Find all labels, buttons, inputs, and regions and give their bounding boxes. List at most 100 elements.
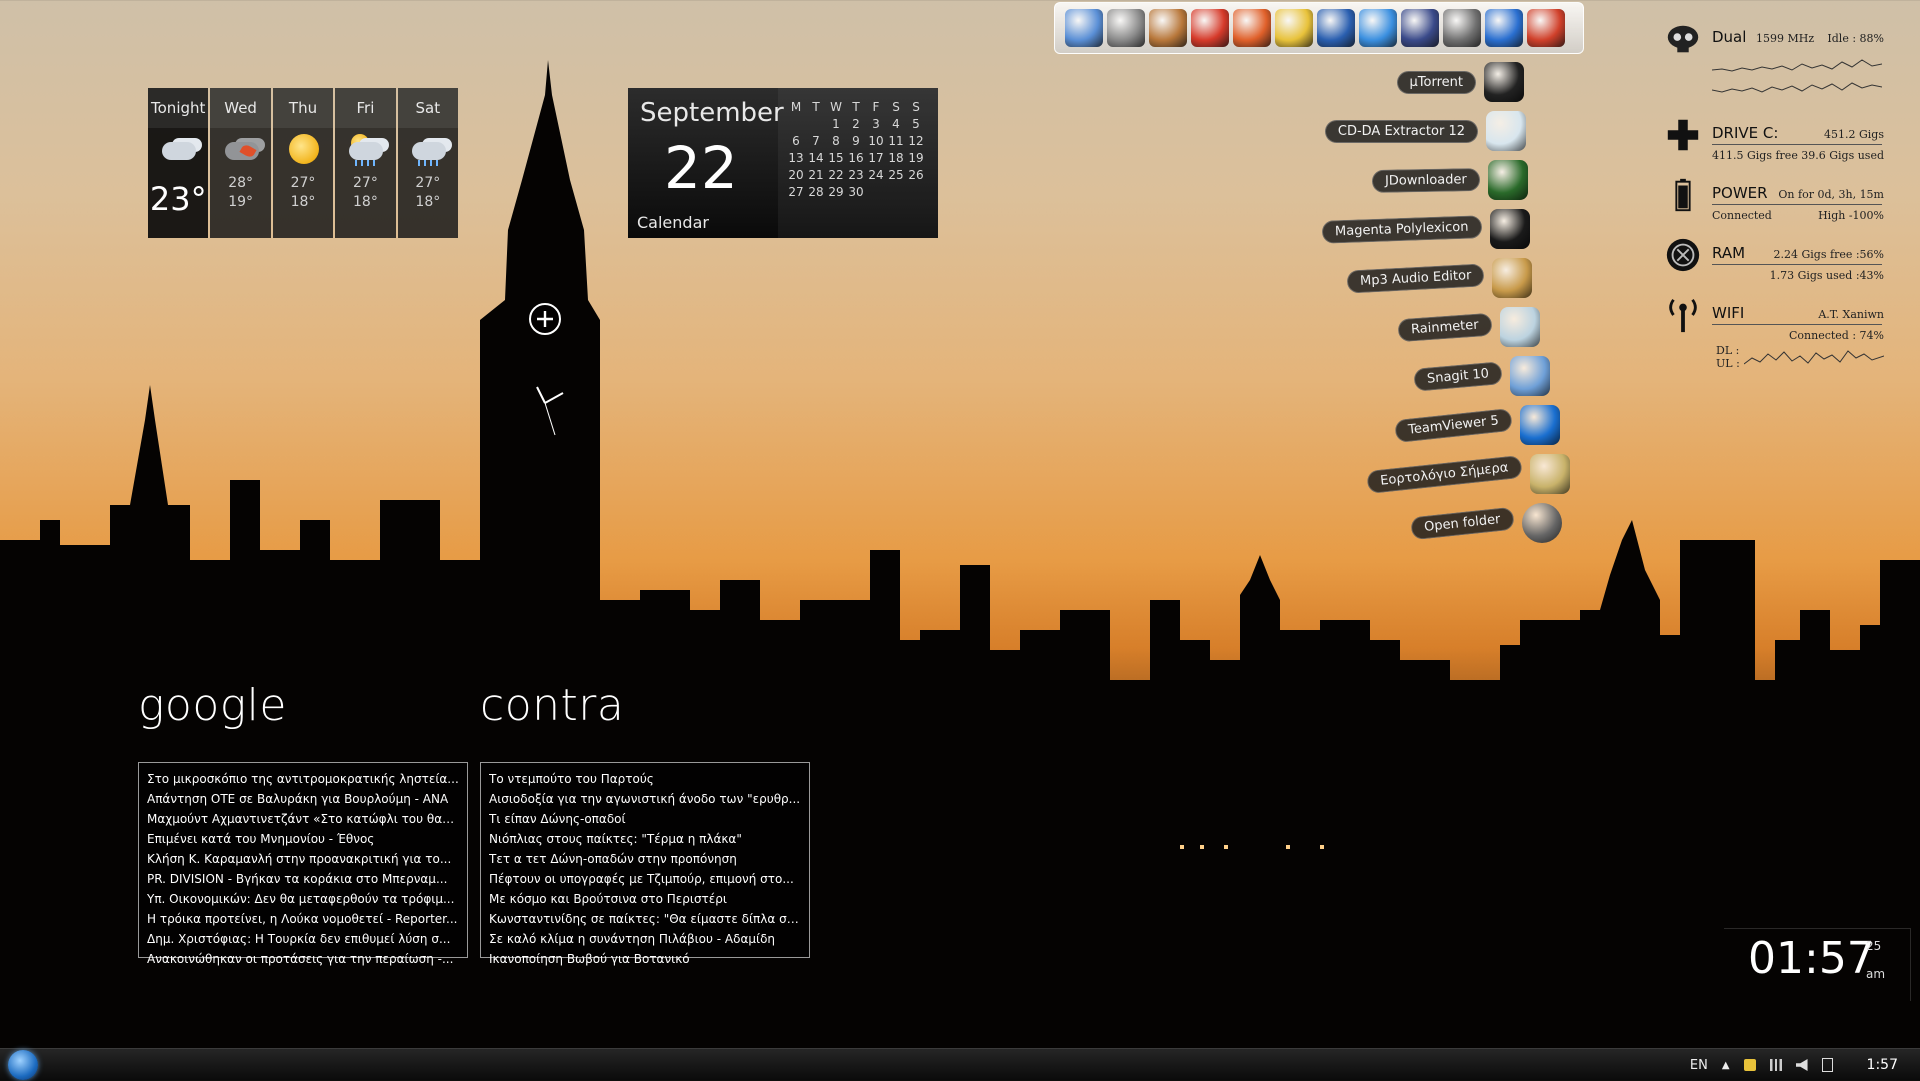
calendar-date-cell[interactable]: 8: [826, 132, 846, 149]
feed-item-link[interactable]: Δημ. Χριστόφιας: Η Τουρκία δεν επιθυμεί …: [147, 929, 459, 949]
media-player-icon[interactable]: [1359, 9, 1397, 47]
feed-item-link[interactable]: Σε καλό κλίμα η συνάντηση Πιλάβιου - Αδα…: [489, 929, 801, 949]
package-icon[interactable]: [1527, 9, 1565, 47]
feed-item-link[interactable]: Κωνσταντινίδης σε παίκτες: "Θα είμαστε δ…: [489, 909, 801, 929]
firefox-icon[interactable]: [1233, 9, 1271, 47]
calendar-date-cell[interactable]: 27: [786, 183, 806, 200]
digital-clock-seconds: 25: [1866, 939, 1882, 953]
battery-icon[interactable]: [1821, 1058, 1833, 1072]
calendar-date-cell[interactable]: 13: [786, 149, 806, 166]
feed-item-link[interactable]: Το ντεμπούτο του Παρτούς: [489, 769, 801, 789]
launcher-item[interactable]: CD-DA Extractor 12: [1324, 109, 1526, 153]
start-button[interactable]: [8, 1050, 38, 1080]
calendar-date-cell[interactable]: 5: [906, 115, 926, 132]
calendar-date-cell[interactable]: 25: [886, 166, 906, 183]
clapper-icon[interactable]: [1401, 9, 1439, 47]
calendar-date-cell[interactable]: 18: [886, 149, 906, 166]
jdownloader-icon: [1488, 160, 1528, 200]
gears-icon[interactable]: [1107, 9, 1145, 47]
feed-item-link[interactable]: Ανακοινώθηκαν οι προτάσεις για την περαί…: [147, 949, 459, 969]
volume-icon[interactable]: [1795, 1059, 1808, 1071]
launcher-item[interactable]: µTorrent: [1396, 60, 1524, 104]
feed-item-link[interactable]: Στο μικροσκόπιο της αντιτρομοκρατικής λη…: [147, 769, 459, 789]
calendar-date-cell[interactable]: 1: [826, 115, 846, 132]
globe-icon[interactable]: [1317, 9, 1355, 47]
feed-list: Το ντεμπούτο του Παρτούς Αισιοδοξία για τ…: [480, 762, 810, 966]
calendar-date-cell[interactable]: 21: [806, 166, 826, 183]
feed-item-link[interactable]: Τι είπαν Δώνης-οπαδοί: [489, 809, 801, 829]
cd-extractor-icon: [1486, 111, 1526, 151]
feed-item-link[interactable]: Τετ α τετ Δώνη-οπαδών στην προπόνηση: [489, 849, 801, 869]
calendar-date-cell[interactable]: 30: [846, 183, 866, 200]
calendar-date-cell[interactable]: 9: [846, 132, 866, 149]
calendar-date-cell[interactable]: 15: [826, 149, 846, 166]
feed-item-link[interactable]: Υπ. Οικονομικών: Δεν θα μεταφερθούν τα τ…: [147, 889, 459, 909]
feed-item-link[interactable]: Απάντηση ΟΤΕ σε Βαλυράκη για Βουρλούμη -…: [147, 789, 459, 809]
launcher-item[interactable]: Snagit 10: [1413, 354, 1550, 398]
calendar-date-cell[interactable]: 6: [786, 132, 806, 149]
weather-gadget[interactable]: Tonight 23° Wed 28° 19° Thu 27° 18° Fri 27…: [148, 88, 459, 238]
launcher-item[interactable]: Εορτολόγιο Σήμερα: [1366, 452, 1570, 496]
calendar-date-cell[interactable]: 14: [806, 149, 826, 166]
feed-item-link[interactable]: Ικανοποίηση Βωβού για Βοτανικό: [489, 949, 801, 969]
calendar-date-cell[interactable]: 29: [826, 183, 846, 200]
sunny-icon: [281, 132, 325, 166]
analog-clock-gadget[interactable]: [495, 295, 595, 445]
launcher-item[interactable]: JDownloader: [1372, 158, 1528, 202]
tools-icon[interactable]: [1443, 9, 1481, 47]
calendar-date-cell[interactable]: 19: [906, 149, 926, 166]
feed-item-link[interactable]: Κλήση Κ. Καραμανλή στην προανακριτική γι…: [147, 849, 459, 869]
cd-icon[interactable]: [1275, 9, 1313, 47]
wifi-title: WIFI: [1712, 304, 1745, 322]
calendar-date-cell: [786, 115, 806, 132]
feed-item-link[interactable]: Μαχμούντ Αχμαντινετζάντ «Στο κατώφλι του…: [147, 809, 459, 829]
feed-item-link[interactable]: Νιόπλιας στους παίκτες: "Τέρμα η πλάκα": [489, 829, 801, 849]
weather-high: 27°: [353, 175, 378, 191]
launcher-item-label: CD-DA Extractor 12: [1324, 119, 1478, 143]
calendar-date-cell[interactable]: 11: [886, 132, 906, 149]
calendar-date-cell[interactable]: 28: [806, 183, 826, 200]
ram-free: 2.24 Gigs free :56%: [1773, 248, 1884, 261]
calendar-date-cell[interactable]: 24: [866, 166, 886, 183]
calendar-weekday-header: S: [892, 99, 900, 114]
power-meter: POWER On for 0d, 3h, 15m Connected High …: [1660, 174, 1890, 230]
calendar-date-cell[interactable]: 7: [806, 132, 826, 149]
calendar-date-cell[interactable]: 26: [906, 166, 926, 183]
launcher-item[interactable]: TeamViewer 5: [1394, 403, 1560, 447]
acrobat-icon[interactable]: [1191, 9, 1229, 47]
bucket-icon[interactable]: [1149, 9, 1187, 47]
shield-icon[interactable]: [1743, 1059, 1756, 1071]
calendar-gadget[interactable]: September 22 Calendar M T W T F S S 1 2 3 4 5 6 7 8 9 10…: [628, 88, 938, 238]
calendar-date-cell[interactable]: 22: [826, 166, 846, 183]
calendar-date-cell[interactable]: 17: [866, 149, 886, 166]
calendar-date-cell[interactable]: 20: [786, 166, 806, 183]
calendar-date-cell[interactable]: 23: [846, 166, 866, 183]
feed-item-link[interactable]: Αισιοδοξία για την αγωνιστική άνοδο των …: [489, 789, 801, 809]
calendar-date-cell[interactable]: 2: [846, 115, 866, 132]
laptop-icon[interactable]: [1065, 9, 1103, 47]
weather-high: 28°: [228, 175, 254, 191]
launcher-item[interactable]: Mp3 Audio Editor: [1346, 256, 1532, 300]
google-news-feed: google Στο μικροσκόπιο της αντιτρομοκρατ…: [138, 680, 468, 966]
calendar-date-cell[interactable]: 12: [906, 132, 926, 149]
calendar-date-cell[interactable]: 3: [866, 115, 886, 132]
calendar-month-grid[interactable]: M T W T F S S 1 2 3 4 5 6 7 8 9 10 11 12 13 14 15 16 17 18 19 20 21…: [778, 88, 938, 238]
play-icon[interactable]: [1485, 9, 1523, 47]
feed-item-link[interactable]: PR. DIVISION - Βγήκαν τα κοράκια στο Μπε…: [147, 869, 459, 889]
launcher-item[interactable]: Open folder: [1410, 501, 1562, 545]
wifi-upload-label: UL :: [1716, 357, 1740, 370]
feed-item-link[interactable]: Επιμένει κατά του Μνημονίου - Έθνος: [147, 829, 459, 849]
feed-item-link[interactable]: Με κόσμο και Βρούτσινα στο Περιστέρι: [489, 889, 801, 909]
calendar-date-cell[interactable]: 10: [866, 132, 886, 149]
feed-item-link[interactable]: Η τρόικα προτείνει, η Λούκα νομοθετεί - …: [147, 909, 459, 929]
chevron-up-icon[interactable]: ▲: [1722, 1060, 1730, 1071]
cpu-skull-icon: [1667, 25, 1699, 53]
launcher-item[interactable]: Magenta Polylexicon: [1322, 207, 1530, 251]
language-indicator[interactable]: EN: [1690, 1058, 1708, 1073]
calendar-date-cell[interactable]: 4: [886, 115, 906, 132]
launcher-item[interactable]: Rainmeter: [1397, 305, 1540, 349]
feed-item-link[interactable]: Πέφτουν οι υπογραφές με Τζιμπούρ, επιμον…: [489, 869, 801, 889]
network-icon[interactable]: [1769, 1059, 1782, 1071]
taskbar-clock[interactable]: 1:57: [1867, 1057, 1898, 1073]
calendar-date-cell[interactable]: 16: [846, 149, 866, 166]
